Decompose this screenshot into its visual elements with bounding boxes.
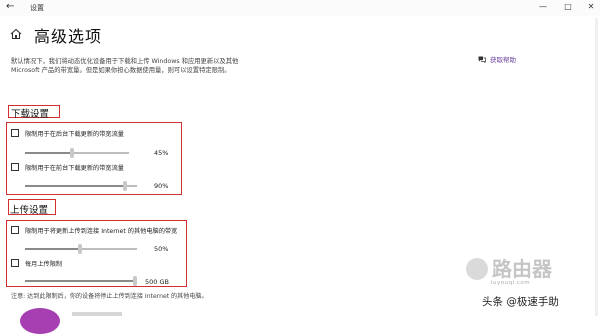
background-slider-fill <box>25 152 72 154</box>
foreground-limit-label: 限制用于在前台下载更新的带宽流量 <box>25 165 124 172</box>
foreground-slider-fill <box>25 185 125 187</box>
credit-watermark: 头条 @极速手助 <box>482 296 559 308</box>
scrollbar[interactable] <box>595 18 598 316</box>
foreground-limit-value: 90% <box>154 182 169 190</box>
maximize-button[interactable]: □ <box>561 2 575 11</box>
background-limit-slider[interactable] <box>25 148 129 158</box>
monthly-upload-checkbox[interactable] <box>11 259 19 267</box>
upload-bandwidth-slider[interactable] <box>25 244 137 254</box>
get-help-link[interactable]: 获取帮助 <box>478 54 516 64</box>
minimize-button[interactable]: — <box>536 2 550 11</box>
upload-section-title: 上传设置 <box>10 205 49 216</box>
close-button[interactable]: ✕ <box>584 2 598 11</box>
window-title: 设置 <box>30 4 44 12</box>
upload-bandwidth-checkbox[interactable] <box>11 226 19 234</box>
watermark-text: 路由器 <box>492 257 552 281</box>
download-section-title: 下载设置 <box>11 109 50 120</box>
avatar <box>20 308 60 334</box>
watermark-subtext: luyouqi.com <box>491 280 531 286</box>
background-limit-value: 45% <box>154 149 169 157</box>
monthly-slider-fill <box>25 280 135 282</box>
chat-help-icon <box>478 56 486 63</box>
background-slider-thumb[interactable] <box>70 148 74 158</box>
foreground-slider-thumb[interactable] <box>123 181 127 191</box>
foreground-limit-slider[interactable] <box>25 181 137 191</box>
page-description: 默认情况下，我们将动态优化设备用于下载和上传 Windows 和应用更新以及其他… <box>11 58 239 75</box>
monthly-slider-thumb[interactable] <box>133 276 137 286</box>
upload-slider-fill <box>25 248 80 250</box>
upload-slider-thumb[interactable] <box>78 244 82 254</box>
next-section-text <box>72 312 122 316</box>
page-title: 高级选项 <box>34 27 103 46</box>
get-help-label: 获取帮助 <box>490 56 516 64</box>
monthly-upload-value: 500 GB <box>145 278 169 286</box>
background-limit-label: 限制用于在后台下载更新的带宽流量 <box>25 131 124 138</box>
upload-bandwidth-value: 50% <box>154 245 169 253</box>
monthly-upload-label: 每月上传限制 <box>25 261 63 268</box>
upload-limit-note: 注意: 达到此限制后，你的设备将停止上传到连接 Internet 的其他电脑。 <box>11 293 208 300</box>
upload-bandwidth-label: 限制用于将更新上传到连接 Internet 的其他电脑的带宽 <box>25 228 178 235</box>
foreground-limit-checkbox[interactable] <box>11 163 19 171</box>
background-limit-checkbox[interactable] <box>11 129 19 137</box>
home-icon[interactable] <box>10 28 22 40</box>
router-logo-icon <box>466 258 488 280</box>
monthly-upload-slider[interactable] <box>25 276 137 286</box>
title-bar: ← 设置 — □ ✕ <box>0 0 600 16</box>
back-arrow-icon[interactable]: ← <box>6 1 14 12</box>
